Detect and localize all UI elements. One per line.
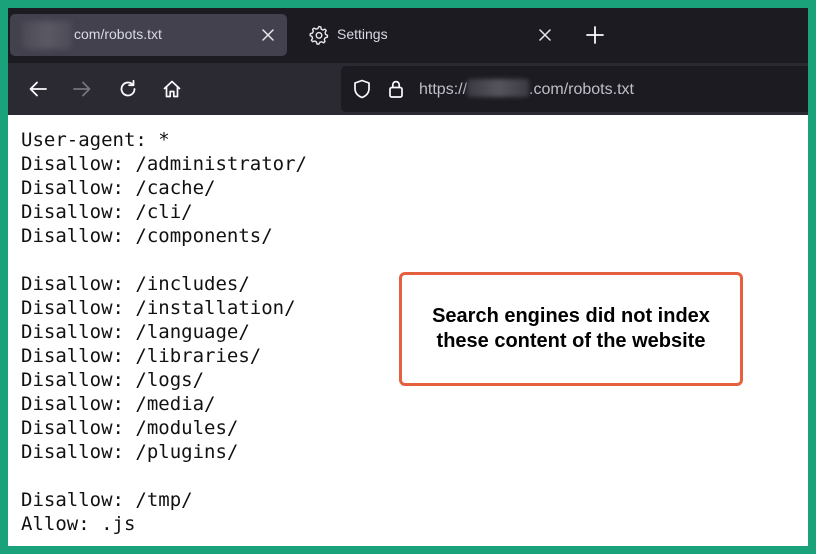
- robots-line: Disallow: /cli/: [21, 201, 193, 223]
- tab-settings[interactable]: Settings: [292, 14, 564, 56]
- redacted-domain: [467, 79, 530, 97]
- close-icon[interactable]: [257, 24, 279, 46]
- gear-icon: [309, 25, 329, 45]
- robots-line: Disallow: /includes/: [21, 273, 250, 295]
- url-prefix: https://: [419, 81, 468, 98]
- robots-line: Disallow: /installation/: [21, 297, 296, 319]
- tab-title: Settings: [337, 26, 388, 42]
- home-icon[interactable]: [159, 76, 185, 102]
- robots-line: Disallow: /libraries/: [21, 345, 262, 367]
- close-icon[interactable]: [534, 24, 556, 46]
- plus-icon[interactable]: [582, 22, 608, 48]
- tab-title: com/robots.txt: [74, 26, 162, 42]
- robots-txt-content: User-agent: * Disallow: /administrator/Di…: [21, 128, 307, 536]
- robots-line: Disallow: /modules/: [21, 417, 239, 439]
- robots-line: Disallow: /plugins/: [21, 441, 239, 463]
- robots-line: Disallow: /logs/: [21, 369, 205, 391]
- screenshot-frame: com/robots.txt Settings https:// .com/ro…: [8, 8, 808, 546]
- robots-line: Disallow: /media/: [21, 393, 216, 415]
- url-bar[interactable]: https:// .com/robots.txt: [341, 66, 808, 112]
- robots-line: Disallow: /language/: [21, 321, 250, 343]
- navigation-toolbar: https:// .com/robots.txt: [8, 63, 808, 115]
- shield-icon[interactable]: [351, 78, 373, 100]
- redacted-favicon: [22, 21, 72, 49]
- tab-bar: com/robots.txt Settings: [8, 8, 808, 63]
- url-suffix: .com/robots.txt: [529, 81, 634, 98]
- robots-line: Disallow: /cache/: [21, 177, 216, 199]
- url-text[interactable]: https:// .com/robots.txt: [419, 79, 634, 99]
- back-arrow-icon[interactable]: [25, 76, 51, 102]
- forward-arrow-icon[interactable]: [69, 76, 95, 102]
- robots-line: Disallow: /administrator/: [21, 153, 307, 175]
- page-content: User-agent: * Disallow: /administrator/Di…: [8, 115, 808, 546]
- robots-line: User-agent: *: [21, 129, 170, 151]
- robots-line: Allow: .js: [21, 513, 136, 535]
- reload-icon[interactable]: [115, 76, 141, 102]
- robots-line: Disallow: /components/: [21, 225, 273, 247]
- annotation-callout: Search engines did not index these conte…: [399, 272, 743, 386]
- tab-robots[interactable]: com/robots.txt: [10, 14, 287, 56]
- robots-line: Disallow: /tmp/: [21, 489, 193, 511]
- callout-text: Search engines did not index these conte…: [432, 305, 710, 352]
- lock-icon[interactable]: [385, 78, 407, 100]
